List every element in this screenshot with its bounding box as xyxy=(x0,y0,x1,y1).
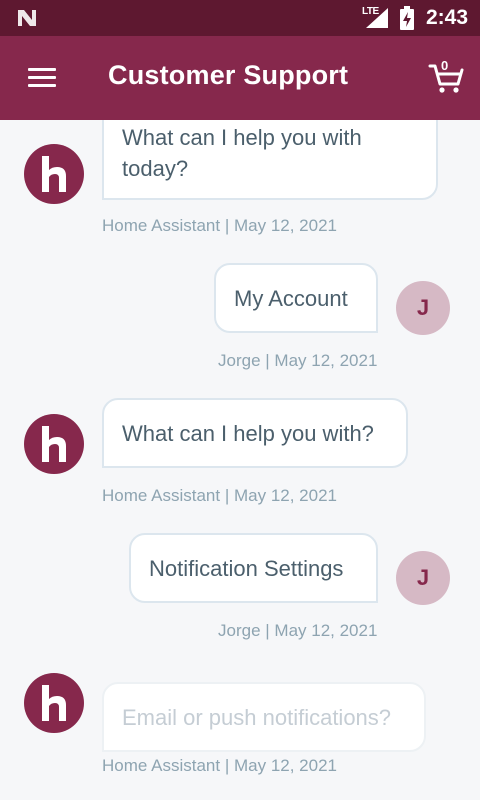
meta-separator: | xyxy=(260,351,275,370)
assistant-avatar xyxy=(24,144,84,204)
assistant-avatar xyxy=(24,414,84,474)
home-h-logo-icon xyxy=(42,426,66,462)
message-bubble: My Account xyxy=(214,263,378,333)
message-author: Home Assistant xyxy=(102,216,221,235)
home-h-logo-icon xyxy=(42,685,66,721)
message-meta: Home Assistant | May 12, 2021 xyxy=(102,486,337,506)
message-bubble: What can I help you with? xyxy=(102,398,408,468)
message-meta: Jorge | May 12, 2021 xyxy=(218,351,377,371)
chat-thread[interactable]: What can I help you with today? Home Ass… xyxy=(0,120,480,800)
android-n-icon xyxy=(18,10,36,26)
message-date: May 12, 2021 xyxy=(233,756,337,775)
meta-separator: | xyxy=(220,216,234,235)
cell-signal-icon xyxy=(366,8,388,28)
meta-separator: | xyxy=(260,621,275,640)
message-text: What can I help you with today? xyxy=(122,125,362,181)
message-date: May 12, 2021 xyxy=(274,621,378,640)
home-h-logo-icon xyxy=(42,156,66,192)
user-avatar: J xyxy=(396,281,450,335)
message-bubble: What can I help you with today? xyxy=(102,120,438,200)
message-meta: Home Assistant | May 12, 2021 xyxy=(102,216,337,236)
message-author: Jorge xyxy=(218,621,261,640)
message-text: Email or push notifications? xyxy=(122,705,392,730)
message-meta: Jorge | May 12, 2021 xyxy=(218,621,377,641)
status-bar: LTE 2:43 xyxy=(0,0,480,36)
assistant-avatar xyxy=(24,673,84,733)
message-bubble: Email or push notifications? xyxy=(102,682,426,752)
user-avatar-initial: J xyxy=(416,295,430,320)
message-meta: Home Assistant | May 12, 2021 xyxy=(102,756,337,776)
message-date: May 12, 2021 xyxy=(233,486,337,505)
app-bar: Customer Support 0 xyxy=(0,36,480,120)
message-bubble: Notification Settings xyxy=(129,533,378,603)
user-avatar: J xyxy=(396,551,450,605)
message-text: My Account xyxy=(234,286,348,311)
message-date: May 12, 2021 xyxy=(274,351,378,370)
message-author: Home Assistant xyxy=(102,756,221,775)
message-author: Home Assistant xyxy=(102,486,221,505)
hamburger-menu-icon[interactable] xyxy=(28,68,56,88)
user-avatar-initial: J xyxy=(416,565,430,590)
message-text: Notification Settings xyxy=(149,556,344,581)
message-date: May 12, 2021 xyxy=(233,216,337,235)
meta-separator: | xyxy=(220,756,234,775)
page-title: Customer Support xyxy=(108,60,349,90)
message-author: Jorge xyxy=(218,351,261,370)
message-text: What can I help you with? xyxy=(122,421,374,446)
cart-badge-count: 0 xyxy=(441,58,449,73)
meta-separator: | xyxy=(220,486,234,505)
clock-time: 2:43 xyxy=(426,6,469,29)
battery-charging-icon xyxy=(400,6,414,30)
